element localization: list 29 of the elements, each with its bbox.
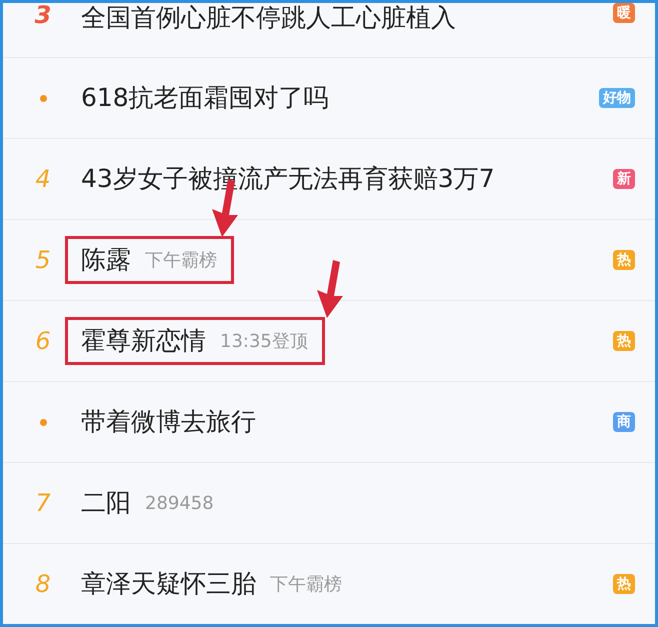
list-row[interactable]: 7 二阳 289458 bbox=[3, 463, 655, 544]
topic-title[interactable]: 全国首例心脏不停跳人工心脏植入 bbox=[81, 3, 456, 33]
tag-badge: 暖 bbox=[613, 3, 635, 23]
rank-number: 5 bbox=[35, 248, 51, 272]
list-row[interactable]: 带着微博去旅行 商 bbox=[3, 382, 655, 463]
tag-badge: 好物 bbox=[599, 88, 635, 108]
topic-title[interactable]: 二阳 bbox=[81, 488, 131, 518]
topic-title[interactable]: 618抗老面霜囤对了吗 bbox=[81, 83, 329, 113]
list-row[interactable]: 618抗老面霜囤对了吗 好物 bbox=[3, 58, 655, 139]
list-row[interactable]: 3 全国首例心脏不停跳人工心脏植入 暖 bbox=[3, 3, 655, 58]
topic-meta: 下午霸榜 bbox=[270, 573, 342, 596]
topic-meta: 下午霸榜 bbox=[145, 249, 217, 272]
topic-title[interactable]: 霍尊新恋情 bbox=[81, 326, 206, 356]
tag-badge: 新 bbox=[613, 169, 635, 189]
tag-badge: 商 bbox=[613, 412, 635, 432]
topic-title[interactable]: 陈露 bbox=[81, 245, 131, 275]
tag-badge: 热 bbox=[613, 331, 635, 351]
topic-title[interactable]: 章泽天疑怀三胎 bbox=[81, 569, 256, 599]
rank-number: 6 bbox=[35, 329, 51, 353]
tag-badge: 热 bbox=[613, 250, 635, 270]
topic-meta: 13:35登顶 bbox=[220, 330, 308, 353]
topic-meta: 289458 bbox=[145, 492, 214, 514]
topic-title[interactable]: 带着微博去旅行 bbox=[81, 407, 256, 437]
rank-number: 7 bbox=[35, 491, 51, 515]
rank-number: 4 bbox=[35, 167, 51, 191]
list-row[interactable]: 8 章泽天疑怀三胎 下午霸榜 热 bbox=[3, 544, 655, 624]
rank-number: 3 bbox=[34, 3, 52, 27]
tag-badge: 热 bbox=[613, 574, 635, 594]
rank-number: 8 bbox=[35, 572, 51, 596]
